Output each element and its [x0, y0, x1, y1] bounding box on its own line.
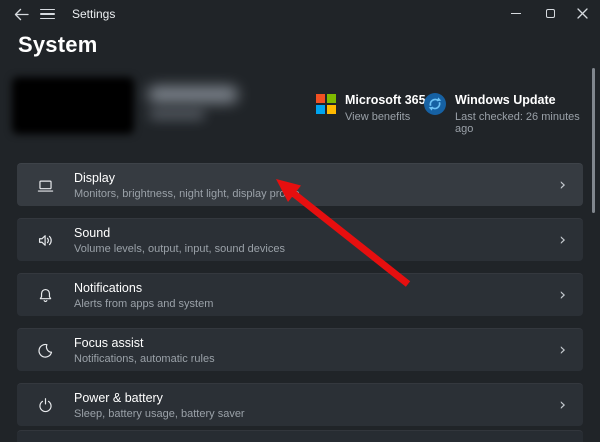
power-icon — [39, 397, 52, 412]
settings-item-power-battery[interactable]: Power & battery Sleep, battery usage, ba… — [17, 383, 583, 426]
windows-update-status: Last checked: 26 minutes ago — [455, 111, 580, 135]
back-button[interactable] — [8, 2, 34, 26]
settings-item-subtitle: Sleep, battery usage, battery saver — [74, 407, 245, 420]
settings-item-title: Focus assist — [74, 335, 144, 350]
close-button[interactable] — [566, 0, 598, 27]
settings-window: Settings System Microsoft 365 View benef… — [0, 0, 600, 442]
windows-update-title: Windows Update — [455, 93, 556, 107]
microsoft-logo-icon — [316, 94, 336, 114]
hamburger-menu-button[interactable] — [34, 2, 60, 26]
settings-item-title: Power & battery — [74, 390, 163, 405]
minimize-icon — [511, 12, 521, 15]
maximize-icon — [545, 9, 555, 18]
minimize-button[interactable] — [500, 0, 532, 27]
window-title: Settings — [72, 7, 116, 21]
chevron-right-icon: › — [559, 229, 566, 250]
windows-update-sync-icon — [424, 93, 446, 115]
display-icon — [37, 180, 54, 192]
chevron-right-icon: › — [559, 339, 566, 360]
account-detail-redacted — [149, 109, 205, 120]
chevron-right-icon: › — [559, 284, 566, 305]
settings-item-title: Display — [74, 170, 115, 185]
chevron-right-icon: › — [559, 174, 566, 195]
settings-item-subtitle: Volume levels, output, input, sound devi… — [74, 242, 285, 255]
settings-item-focus-assist[interactable]: Focus assist Notifications, automatic ru… — [17, 328, 583, 371]
back-arrow-icon — [14, 8, 29, 20]
view-benefits-link[interactable]: View benefits — [345, 111, 426, 123]
settings-item-title: Sound — [74, 225, 111, 240]
focus-assist-icon — [38, 343, 53, 358]
settings-item-sound[interactable]: Sound Volume levels, output, input, soun… — [17, 218, 583, 261]
scrollbar-thumb[interactable] — [592, 68, 595, 213]
settings-item-title: Notifications — [74, 280, 143, 295]
microsoft-365-card[interactable]: Microsoft 365 View benefits — [316, 93, 426, 123]
settings-item-notifications[interactable]: Notifications Alerts from apps and syste… — [17, 273, 583, 316]
windows-update-card[interactable]: Windows Update Last checked: 26 minutes … — [424, 93, 600, 135]
settings-item-subtitle: Alerts from apps and system — [74, 297, 214, 310]
microsoft-365-title: Microsoft 365 — [345, 93, 426, 107]
notifications-icon — [39, 288, 52, 302]
settings-item-subtitle: Monitors, brightness, night light, displ… — [74, 187, 300, 200]
maximize-button[interactable] — [534, 0, 566, 27]
sound-icon — [38, 234, 52, 246]
titlebar: Settings — [0, 0, 600, 28]
settings-item-display[interactable]: Display Monitors, brightness, night ligh… — [17, 163, 583, 206]
page-title: System — [18, 32, 98, 57]
account-name-redacted — [148, 86, 238, 103]
avatar — [12, 77, 134, 134]
settings-item-partial[interactable] — [17, 430, 583, 442]
settings-item-subtitle: Notifications, automatic rules — [74, 352, 215, 365]
close-icon — [576, 8, 588, 19]
chevron-right-icon: › — [559, 394, 566, 415]
hamburger-icon — [39, 8, 55, 20]
